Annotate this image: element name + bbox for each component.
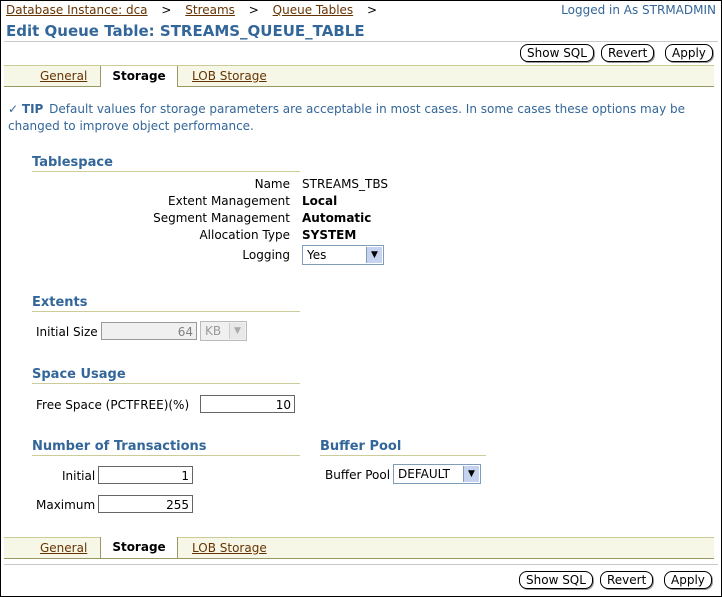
- initial-transactions-input[interactable]: 1: [98, 466, 193, 484]
- buffer-pool-select[interactable]: DEFAULT ▼: [393, 464, 481, 484]
- maximum-transactions-label: Maximum: [36, 498, 96, 512]
- tab-bar-bottom: General Storage LOB Storage: [4, 537, 714, 559]
- breadcrumb-queue-tables[interactable]: Queue Tables: [273, 3, 354, 17]
- buffer-pool-selected-value: DEFAULT: [398, 467, 450, 481]
- show-sql-button[interactable]: Show SQL: [520, 44, 594, 62]
- revert-button[interactable]: Revert: [600, 571, 654, 589]
- extent-management-label: Extent Management: [168, 194, 290, 208]
- breadcrumb-separator: >: [367, 3, 378, 17]
- transactions-header: Number of Transactions: [32, 439, 300, 456]
- initial-transactions-label: Initial: [62, 469, 96, 483]
- checkmark-icon: ✓: [8, 102, 19, 116]
- revert-button[interactable]: Revert: [601, 44, 655, 62]
- initial-size-label: Initial Size: [36, 325, 98, 339]
- allocation-type-value: SYSTEM: [302, 228, 357, 242]
- page-title: Edit Queue Table: STREAMS_QUEUE_TABLE: [6, 22, 365, 40]
- segment-management-label: Segment Management: [153, 211, 290, 225]
- breadcrumb-separator: >: [161, 3, 172, 17]
- buffer-pool-header: Buffer Pool: [320, 439, 486, 456]
- free-space-input[interactable]: 10: [200, 395, 295, 413]
- initial-size-unit-select[interactable]: KB ▼: [200, 321, 247, 341]
- tip-message: ✓ TIP Default values for storage paramet…: [8, 101, 688, 135]
- allocation-type-label: Allocation Type: [199, 228, 290, 242]
- breadcrumb: Database Instance: dca > Streams > Queue…: [6, 3, 387, 17]
- tab-storage[interactable]: Storage: [100, 537, 178, 558]
- breadcrumb-database-instance[interactable]: Database Instance: dca: [6, 3, 148, 17]
- chevron-down-icon: ▼: [366, 247, 382, 263]
- breadcrumb-streams[interactable]: Streams: [185, 3, 235, 17]
- tab-general[interactable]: General: [40, 538, 87, 558]
- tab-general[interactable]: General: [40, 66, 87, 86]
- logging-selected-value: Yes: [307, 248, 327, 262]
- apply-button[interactable]: Apply: [665, 44, 713, 62]
- buffer-pool-label: Buffer Pool: [325, 468, 391, 482]
- unit-selected-value: KB: [205, 324, 222, 338]
- tip-text: Default values for storage parameters ar…: [8, 102, 686, 133]
- extents-header: Extents: [32, 295, 300, 312]
- bottom-divider: [4, 564, 718, 565]
- free-space-label: Free Space (PCTFREE)(%): [36, 398, 190, 412]
- logging-label: Logging: [242, 248, 290, 262]
- space-usage-header: Space Usage: [32, 367, 300, 384]
- chevron-down-icon: ▼: [229, 323, 245, 339]
- chevron-down-icon: ▼: [463, 466, 479, 482]
- tablespace-name-value: STREAMS_TBS: [302, 177, 389, 191]
- maximum-transactions-input[interactable]: 255: [98, 495, 193, 513]
- tab-lob-storage[interactable]: LOB Storage: [192, 538, 267, 558]
- tab-lob-storage[interactable]: LOB Storage: [192, 66, 267, 86]
- segment-management-value: Automatic: [302, 211, 372, 225]
- tip-label: TIP: [21, 102, 44, 116]
- show-sql-button[interactable]: Show SQL: [519, 571, 593, 589]
- initial-size-input[interactable]: 64: [101, 322, 197, 340]
- tablespace-name-label: Name: [254, 177, 290, 191]
- login-status: Logged in As STRMADMIN: [561, 3, 716, 17]
- breadcrumb-separator: >: [248, 3, 259, 17]
- tablespace-header: Tablespace: [32, 155, 300, 172]
- apply-button[interactable]: Apply: [664, 571, 712, 589]
- extent-management-value: Local: [302, 194, 338, 208]
- title-divider: [4, 41, 718, 42]
- tab-storage[interactable]: Storage: [100, 66, 178, 87]
- tab-bar-top: General Storage LOB Storage: [4, 65, 714, 87]
- logging-select[interactable]: Yes ▼: [302, 245, 384, 265]
